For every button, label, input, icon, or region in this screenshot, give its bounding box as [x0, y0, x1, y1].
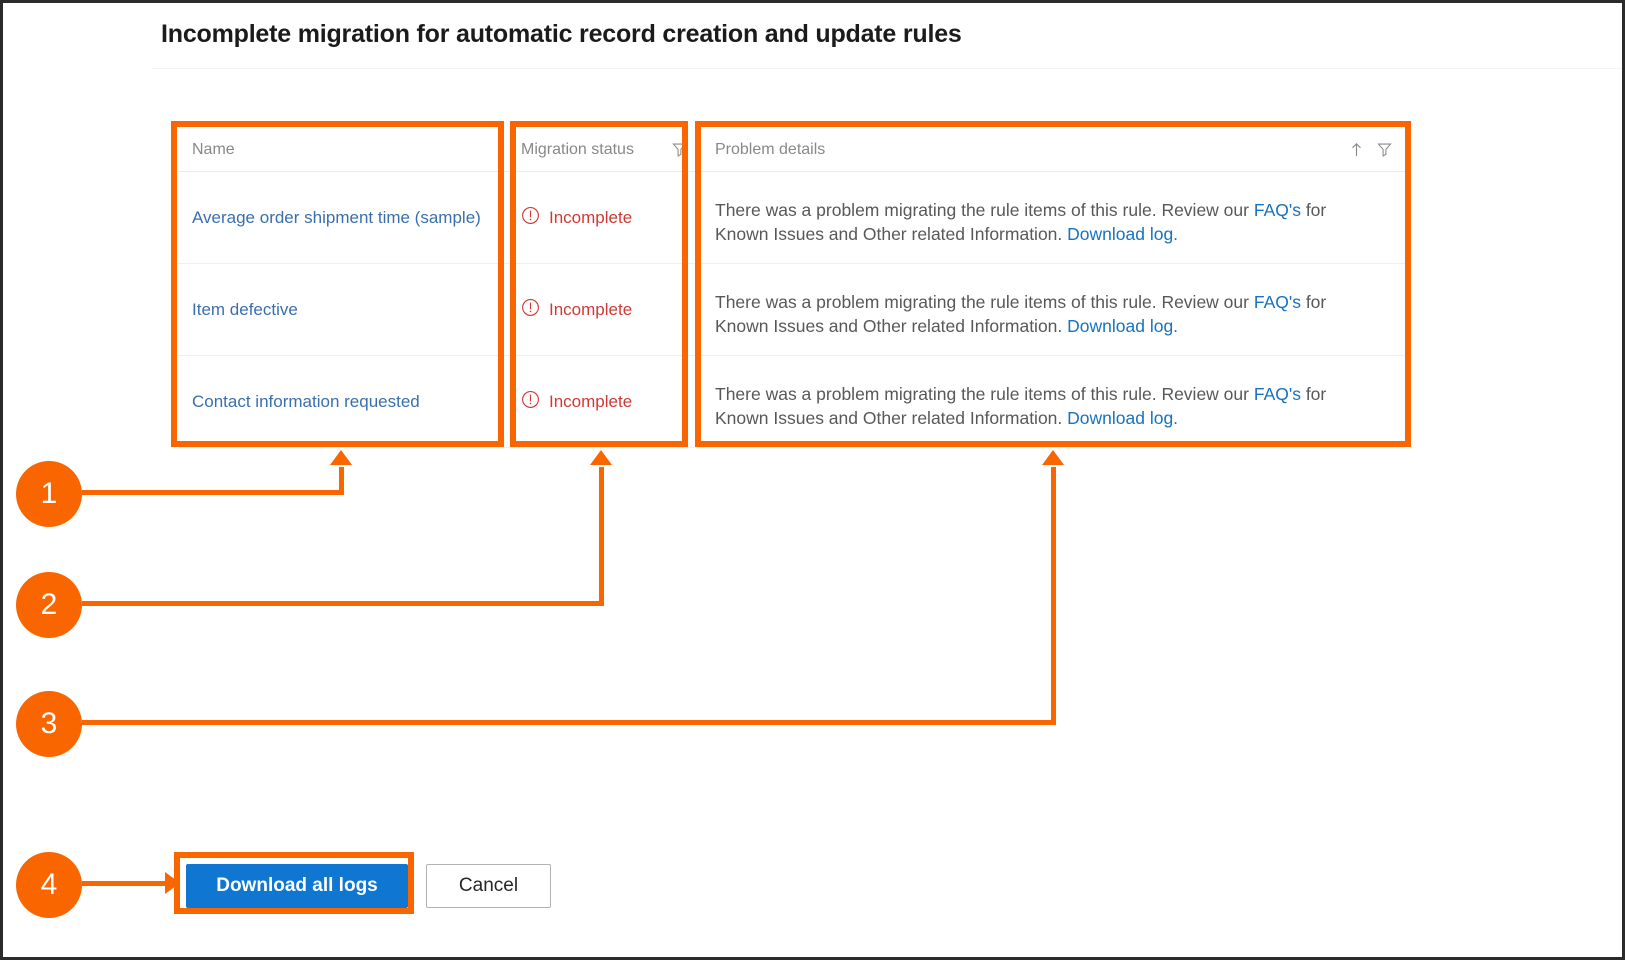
table-row: Contact information requested Incomplete… [178, 356, 1406, 448]
callout-leader-4-horizontal [82, 881, 170, 886]
column-header-migration-status-label: Migration status [521, 140, 634, 158]
error-circle-icon [521, 206, 540, 230]
faq-link[interactable]: FAQ's [1254, 200, 1301, 220]
callout-arrow-4 [165, 872, 180, 894]
migration-dialog: Incomplete migration for automatic recor… [6, 6, 1622, 957]
table-row: Average order shipment time (sample) Inc… [178, 172, 1406, 264]
cell-problem-details: There was a problem migrating the rule i… [701, 172, 1406, 263]
title-divider [152, 68, 1622, 69]
column-header-problem-details-label: Problem details [715, 140, 826, 158]
download-log-link[interactable]: Download log. [1067, 316, 1178, 336]
screenshot-root: Incomplete migration for automatic recor… [0, 0, 1625, 960]
column-header-problem-details[interactable]: Problem details [701, 128, 1406, 172]
filter-icon[interactable] [1377, 142, 1392, 157]
cell-name[interactable]: Item defective [178, 264, 507, 355]
callout-leader-1-vertical [339, 467, 344, 493]
download-log-link[interactable]: Download log. [1067, 224, 1178, 244]
cell-migration-status: Incomplete [507, 264, 701, 355]
status-badge: Incomplete [549, 299, 633, 319]
problem-text-part-1: There was a problem migrating the rule i… [715, 384, 1254, 404]
download-all-logs-button[interactable]: Download all logs [186, 864, 408, 908]
rule-name-link[interactable]: Contact information requested [192, 392, 420, 412]
cancel-button[interactable]: Cancel [426, 864, 551, 908]
callout-badge-2: 2 [16, 572, 82, 638]
cell-problem-details: There was a problem migrating the rule i… [701, 356, 1406, 447]
callout-arrow-3 [1042, 450, 1064, 465]
status-badge: Incomplete [549, 391, 633, 411]
sort-ascending-icon[interactable] [1350, 142, 1363, 157]
rule-name-link[interactable]: Item defective [192, 300, 298, 320]
callout-arrow-1 [330, 450, 352, 465]
table-row: Item defective Incomplete There was a pr… [178, 264, 1406, 356]
callout-badge-4: 4 [16, 852, 82, 918]
cell-migration-status: Incomplete [507, 172, 701, 263]
callout-leader-2-vertical [599, 467, 604, 604]
problem-text-part-1: There was a problem migrating the rule i… [715, 292, 1254, 312]
download-log-link[interactable]: Download log. [1067, 408, 1178, 428]
callout-leader-2-horizontal [82, 601, 604, 606]
cell-problem-details: There was a problem migrating the rule i… [701, 264, 1406, 355]
callout-leader-3-horizontal [82, 720, 1056, 725]
cell-migration-status: Incomplete [507, 356, 701, 447]
faq-link[interactable]: FAQ's [1254, 292, 1301, 312]
cell-name[interactable]: Average order shipment time (sample) [178, 172, 507, 263]
column-header-status-icons [672, 142, 687, 157]
column-header-problem-icons [1350, 142, 1392, 157]
column-header-name-label: Name [192, 140, 235, 158]
callout-leader-3-vertical [1051, 467, 1056, 723]
grid-header-row: Name Migration status Problem details [178, 128, 1406, 172]
error-circle-icon [521, 298, 540, 322]
column-header-name[interactable]: Name [178, 128, 507, 172]
callout-leader-1-horizontal [82, 490, 344, 495]
status-badge: Incomplete [549, 207, 633, 227]
cell-name[interactable]: Contact information requested [178, 356, 507, 447]
page-title: Incomplete migration for automatic recor… [161, 20, 962, 48]
callout-badge-1: 1 [16, 461, 82, 527]
problem-text-part-1: There was a problem migrating the rule i… [715, 200, 1254, 220]
faq-link[interactable]: FAQ's [1254, 384, 1301, 404]
migration-results-grid: Name Migration status Problem details Av… [178, 128, 1406, 448]
column-header-migration-status[interactable]: Migration status [507, 128, 701, 172]
filter-icon[interactable] [672, 142, 687, 157]
callout-arrow-2 [590, 450, 612, 465]
callout-badge-3: 3 [16, 691, 82, 757]
error-circle-icon [521, 390, 540, 414]
rule-name-link[interactable]: Average order shipment time (sample) [192, 208, 481, 228]
